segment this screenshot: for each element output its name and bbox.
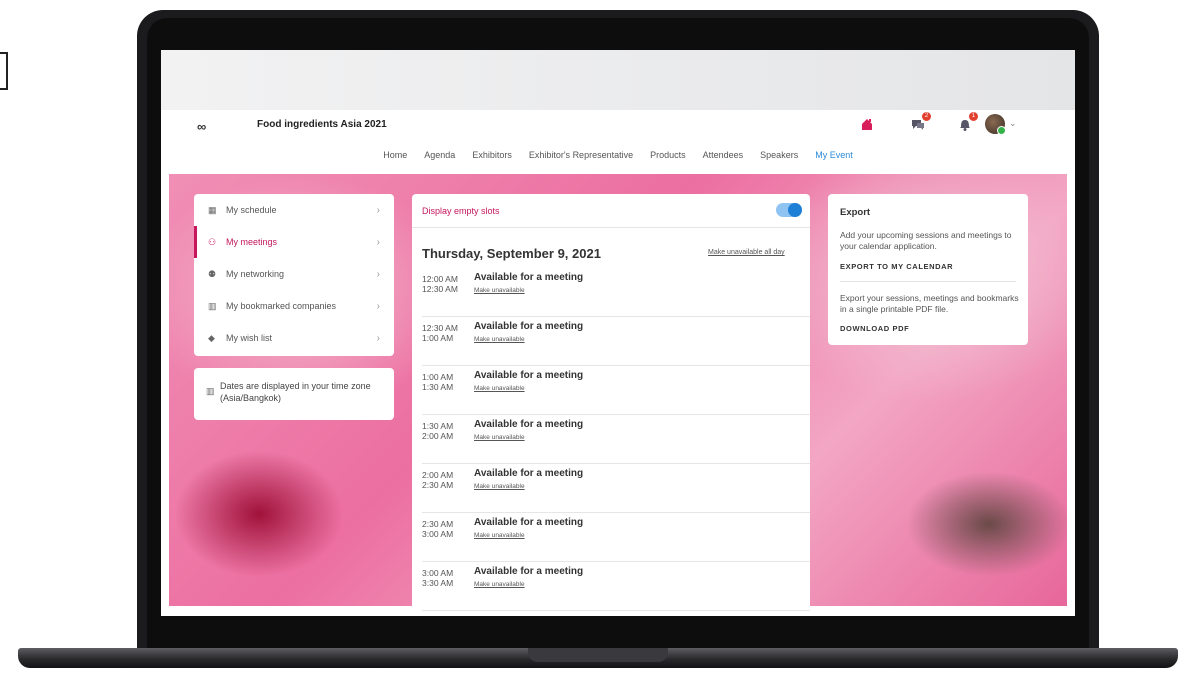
people-icon: ⚉ <box>208 268 217 279</box>
make-unavailable-link[interactable]: Make unavailable <box>474 434 525 441</box>
meeting-icon: ⚇ <box>208 236 217 247</box>
chevron-right-icon: › <box>376 204 380 216</box>
laptop-screen: ∞ Food ingredients Asia 2021 2 1 ⌄ Home … <box>161 50 1075 616</box>
timezone-note: ▥ Dates are displayed in your time zone … <box>194 368 394 420</box>
meeting-slot: 2:30 AM 3:00 AM Available for a meeting M… <box>422 513 810 562</box>
app-title[interactable]: Food ingredients Asia 2021 <box>257 119 387 130</box>
make-unavailable-all-link[interactable]: Make unavailable all day <box>708 249 785 256</box>
nav-speakers[interactable]: Speakers <box>760 150 798 160</box>
event-sidebar: ▦ My schedule › ⚇ My meetings › ⚉ My net… <box>194 194 394 356</box>
chat-icon[interactable]: 2 <box>910 112 931 132</box>
empty-slots-toggle[interactable] <box>776 203 802 217</box>
nav-products[interactable]: Products <box>650 150 686 160</box>
meeting-slot: 12:00 AM 12:30 AM Available for a meeting… <box>422 268 810 317</box>
sidebar-item-my-schedule[interactable]: ▦ My schedule › <box>194 194 394 226</box>
chevron-right-icon: › <box>376 268 380 280</box>
meeting-slot: 3:00 AM 3:30 AM Available for a meeting M… <box>422 562 810 611</box>
empty-slots-row: Display empty slots <box>412 194 810 228</box>
bell-icon[interactable]: 1 <box>957 112 978 132</box>
building-icon: ▥ <box>206 386 215 396</box>
meeting-slot: 12:30 AM 1:00 AM Available for a meeting … <box>422 317 810 366</box>
sidebar-item-my-meetings[interactable]: ⚇ My meetings › <box>194 226 394 258</box>
export-calendar-description: Add your upcoming sessions and meetings … <box>840 230 1012 251</box>
home-icon[interactable] <box>859 116 875 132</box>
building-icon: ▥ <box>208 300 217 311</box>
chevron-right-icon: › <box>376 300 380 312</box>
export-to-calendar-link[interactable]: EXPORT TO MY CALENDAR <box>840 262 953 271</box>
sidebar-item-wish-list[interactable]: ◆ My wish list › <box>194 322 394 354</box>
meeting-slot: 1:00 AM 1:30 AM Available for a meeting M… <box>422 366 810 415</box>
meeting-slot: 2:00 AM 2:30 AM Available for a meeting M… <box>422 464 810 513</box>
chevron-right-icon: › <box>376 332 380 344</box>
make-unavailable-link[interactable]: Make unavailable <box>474 385 525 392</box>
download-pdf-link[interactable]: DOWNLOAD PDF <box>840 324 909 333</box>
make-unavailable-link[interactable]: Make unavailable <box>474 581 525 588</box>
meetings-panel: Display empty slots Thursday, September … <box>412 194 810 616</box>
export-panel: Export Add your upcoming sessions and me… <box>828 194 1028 345</box>
meeting-slot: 1:30 AM 2:00 AM Available for a meeting M… <box>422 415 810 464</box>
make-unavailable-link[interactable]: Make unavailable <box>474 532 525 539</box>
day-title: Thursday, September 9, 2021 <box>422 246 601 261</box>
calendar-icon: ▦ <box>208 204 217 215</box>
user-avatar[interactable] <box>985 114 1006 135</box>
nav-exhibitor-representative[interactable]: Exhibitor's Representative <box>529 150 633 160</box>
nav-attendees[interactable]: Attendees <box>703 150 744 160</box>
chevron-down-icon[interactable]: ⌄ <box>1009 118 1017 129</box>
main-nav: Home Agenda Exhibitors Exhibitor's Repre… <box>169 150 1067 160</box>
nav-agenda[interactable]: Agenda <box>424 150 455 160</box>
make-unavailable-link[interactable]: Make unavailable <box>474 287 525 294</box>
app-logo[interactable]: ∞ <box>197 119 206 134</box>
nav-home[interactable]: Home <box>383 150 407 160</box>
online-status-dot <box>997 126 1006 135</box>
corner-bracket <box>0 52 8 90</box>
sidebar-item-bookmarked-companies[interactable]: ▥ My bookmarked companies › <box>194 290 394 322</box>
nav-my-event[interactable]: My Event <box>815 150 853 160</box>
chevron-right-icon: › <box>376 236 380 248</box>
nav-exhibitors[interactable]: Exhibitors <box>472 150 512 160</box>
empty-slots-label: Display empty slots <box>422 206 500 216</box>
sidebar-item-my-networking[interactable]: ⚉ My networking › <box>194 258 394 290</box>
tag-icon: ◆ <box>208 332 215 343</box>
laptop-notch <box>528 648 668 662</box>
make-unavailable-link[interactable]: Make unavailable <box>474 483 525 490</box>
notifications-badge: 1 <box>969 112 978 121</box>
divider <box>840 281 1016 282</box>
top-header: ∞ Food ingredients Asia 2021 2 1 ⌄ Home … <box>169 110 1067 174</box>
make-unavailable-link[interactable]: Make unavailable <box>474 336 525 343</box>
export-pdf-description: Export your sessions, meetings and bookm… <box>840 293 1019 314</box>
messages-badge: 2 <box>922 112 931 121</box>
export-title: Export <box>840 207 871 218</box>
